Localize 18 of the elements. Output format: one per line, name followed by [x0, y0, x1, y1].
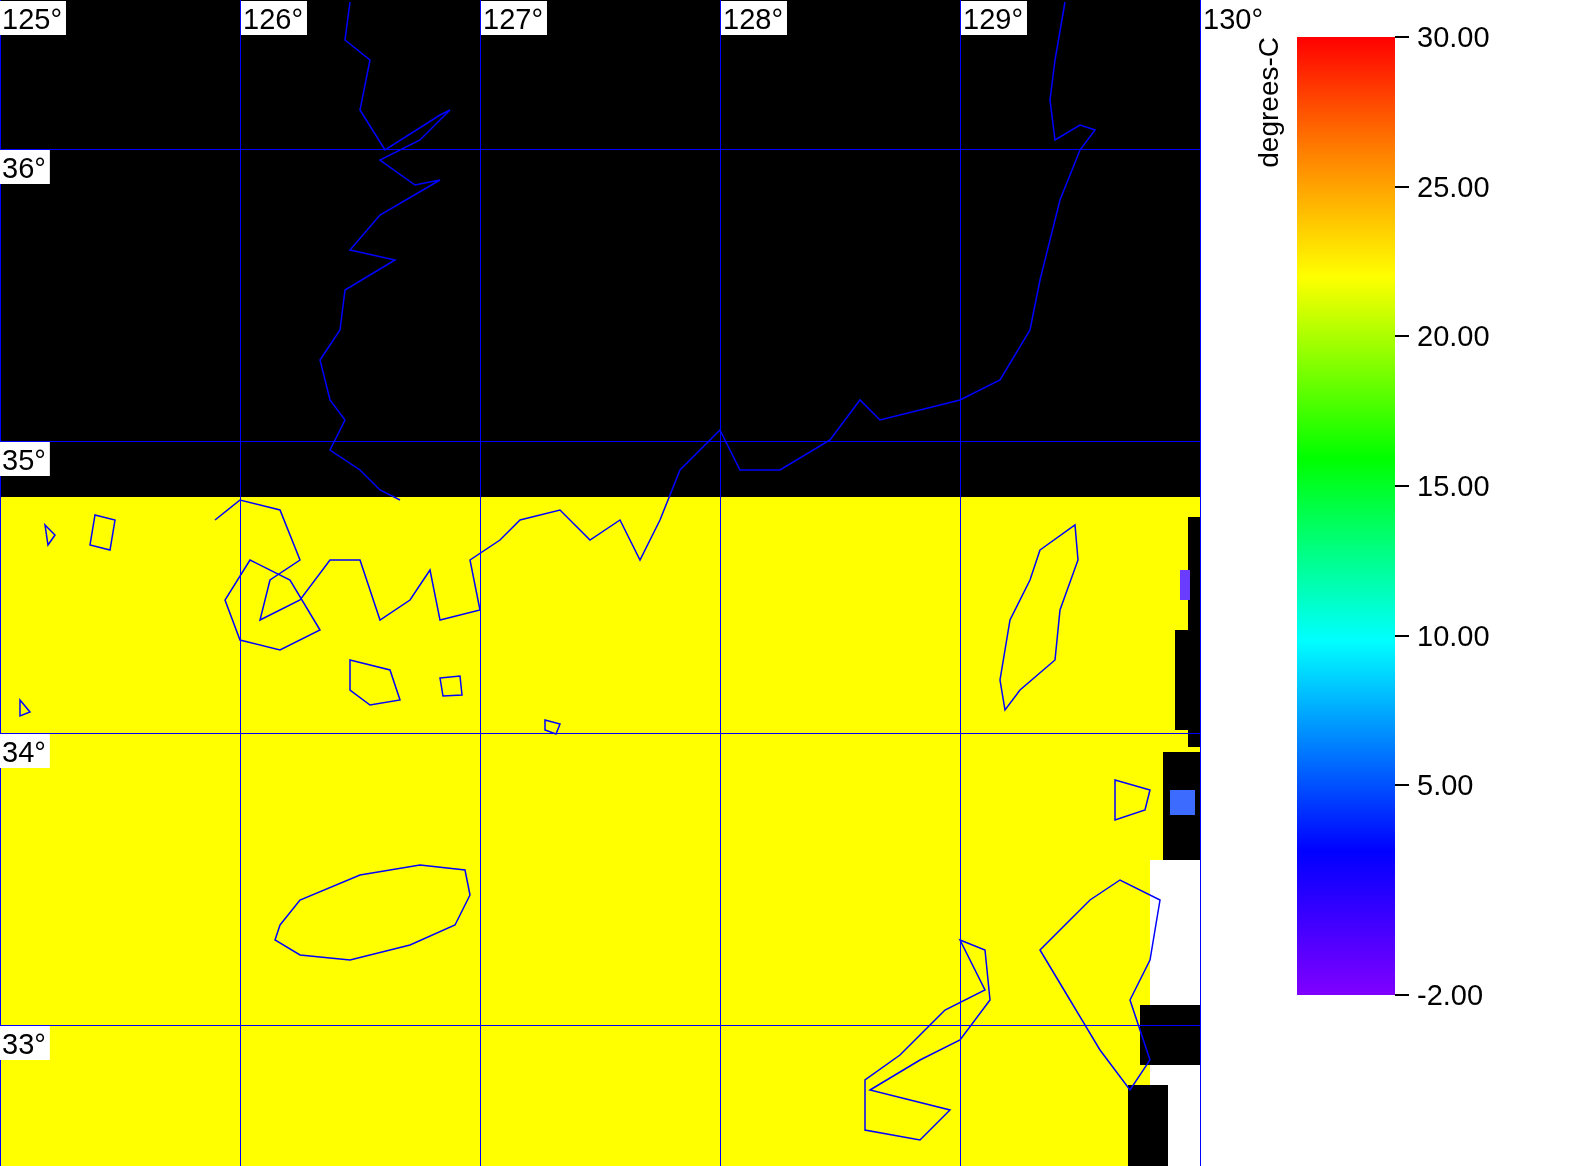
latitude-label: 34° [0, 734, 50, 768]
longitude-label: 128° [721, 1, 787, 35]
latitude-label: 33° [0, 1026, 50, 1060]
scale-tick-label: 30.00 [1417, 21, 1490, 53]
scale-tick-label: 5.00 [1417, 769, 1474, 802]
longitude-label: 127° [481, 1, 547, 35]
longitude-label: 125° [0, 1, 66, 35]
longitude-label: 130° [1203, 3, 1263, 35]
scale-tick-label: 25.00 [1417, 170, 1490, 203]
unit-label: degrees-C [1253, 37, 1285, 168]
latitude-label: 35° [0, 442, 50, 476]
longitude-label: 129° [961, 1, 1027, 35]
longitude-label: 126° [241, 1, 307, 35]
scale-tick-label: 10.00 [1417, 619, 1490, 652]
scale-tick-label: 20.00 [1417, 320, 1490, 353]
scale-tick-label: -2.00 [1417, 979, 1484, 1011]
scale-tick-label: 15.00 [1417, 470, 1490, 503]
latitude-label: 36° [0, 150, 50, 184]
